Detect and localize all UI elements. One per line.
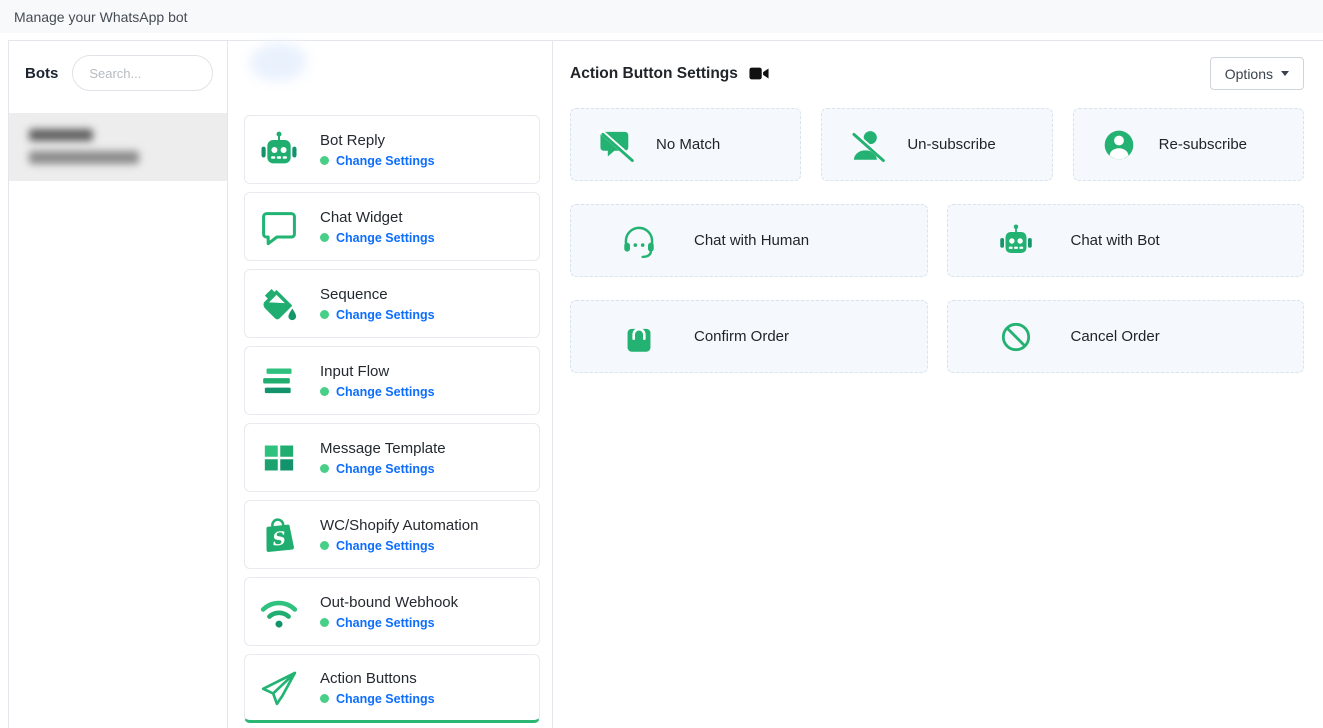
paint-bucket-icon [258, 283, 300, 325]
status-dot [320, 541, 329, 550]
action-button-label: Cancel Order [1071, 328, 1160, 345]
robot-icon [998, 223, 1034, 259]
shopping-bag-icon [621, 319, 657, 355]
panel-title: Action Button Settings [570, 65, 738, 83]
change-settings-link[interactable]: Change Settings [336, 616, 435, 630]
card-title: Bot Reply [320, 132, 435, 149]
bots-heading: Bots [25, 65, 58, 82]
action-button-label: No Match [656, 136, 720, 153]
sidebar-header: Bots [9, 41, 227, 91]
action-button-confirm-order[interactable]: Confirm Order [570, 300, 928, 373]
blurred-avatar-blob [250, 43, 306, 81]
action-button-chat-with-bot[interactable]: Chat with Bot [947, 204, 1305, 277]
card-title: Chat Widget [320, 209, 435, 226]
user-circle-icon [1101, 127, 1137, 163]
action-button-label: Un-subscribe [907, 136, 995, 153]
change-settings-link[interactable]: Change Settings [336, 692, 435, 706]
settings-card-chat-widget[interactable]: Chat Widget Change Settings [244, 192, 540, 261]
settings-card-list: Bot Reply Change Settings Chat Widget Ch… [244, 115, 552, 723]
settings-card-action-buttons[interactable]: Action Buttons Change Settings [244, 654, 540, 723]
change-settings-link[interactable]: Change Settings [336, 385, 435, 399]
card-title: Message Template [320, 440, 446, 457]
robot-icon [258, 129, 300, 171]
settings-card-bot-reply[interactable]: Bot Reply Change Settings [244, 115, 540, 184]
bot-search-input[interactable] [72, 55, 213, 91]
change-settings-link[interactable]: Change Settings [336, 231, 435, 245]
action-button-label: Chat with Bot [1071, 232, 1160, 249]
bots-sidebar: Bots [9, 41, 228, 728]
card-title: Action Buttons [320, 670, 435, 687]
status-dot [320, 694, 329, 703]
action-button-label: Re-subscribe [1159, 136, 1247, 153]
settings-card-outbound-webhook[interactable]: Out-bound Webhook Change Settings [244, 577, 540, 646]
bot-name-redacted [29, 129, 93, 141]
action-button-cancel-order[interactable]: Cancel Order [947, 300, 1305, 373]
status-dot [320, 310, 329, 319]
action-button-label: Confirm Order [694, 328, 789, 345]
action-buttons-row-3: Confirm Order Cancel Order [570, 300, 1304, 373]
user-slash-icon [849, 127, 885, 163]
camera-video-icon[interactable] [749, 66, 769, 81]
panel-header: Action Button Settings Options [570, 57, 1304, 90]
caret-down-icon [1281, 71, 1289, 76]
card-title: Input Flow [320, 363, 435, 380]
action-button-resubscribe[interactable]: Re-subscribe [1073, 108, 1304, 181]
svg-text:S: S [272, 528, 287, 550]
action-buttons-row-2: Chat with Human Chat with Bot [570, 204, 1304, 277]
action-button-label: Chat with Human [694, 232, 809, 249]
options-dropdown-button[interactable]: Options [1210, 57, 1304, 90]
bot-phone-redacted [29, 151, 139, 164]
change-settings-link[interactable]: Change Settings [336, 308, 435, 322]
action-button-unsubscribe[interactable]: Un-subscribe [821, 108, 1052, 181]
settings-card-input-flow[interactable]: Input Flow Change Settings [244, 346, 540, 415]
settings-card-message-template[interactable]: Message Template Change Settings [244, 423, 540, 492]
action-button-chat-with-human[interactable]: Chat with Human [570, 204, 928, 277]
paper-plane-icon [258, 667, 300, 709]
settings-card-shopify-automation[interactable]: S WC/Shopify Automation Change Settings [244, 500, 540, 569]
status-dot [320, 156, 329, 165]
status-dot [320, 233, 329, 242]
grid-icon [258, 437, 300, 479]
ban-icon [998, 319, 1034, 355]
status-dot [320, 464, 329, 473]
status-dot [320, 618, 329, 627]
main-content: Bots Bot Reply Change Settings [8, 40, 1323, 728]
page-header: Manage your WhatsApp bot [0, 0, 1323, 33]
bars-icon [258, 360, 300, 402]
status-dot [320, 387, 329, 396]
chat-slash-icon [598, 127, 634, 163]
change-settings-link[interactable]: Change Settings [336, 462, 435, 476]
chat-bubble-icon [258, 206, 300, 248]
bot-list-item-selected[interactable] [9, 113, 227, 181]
change-settings-link[interactable]: Change Settings [336, 154, 435, 168]
action-button-settings-panel: Action Button Settings Options No Match [553, 41, 1323, 728]
wifi-icon [258, 591, 300, 633]
settings-card-sequence[interactable]: Sequence Change Settings [244, 269, 540, 338]
options-button-label: Options [1225, 66, 1273, 82]
settings-column: Bot Reply Change Settings Chat Widget Ch… [228, 41, 553, 728]
action-button-no-match[interactable]: No Match [570, 108, 801, 181]
shopify-bag-icon: S [258, 514, 300, 556]
card-title: Sequence [320, 286, 435, 303]
headset-icon [621, 223, 657, 259]
card-title: WC/Shopify Automation [320, 517, 478, 534]
action-buttons-row-1: No Match Un-subscribe Re-subscribe [570, 108, 1304, 181]
change-settings-link[interactable]: Change Settings [336, 539, 435, 553]
page-title: Manage your WhatsApp bot [14, 9, 188, 25]
card-title: Out-bound Webhook [320, 594, 458, 611]
